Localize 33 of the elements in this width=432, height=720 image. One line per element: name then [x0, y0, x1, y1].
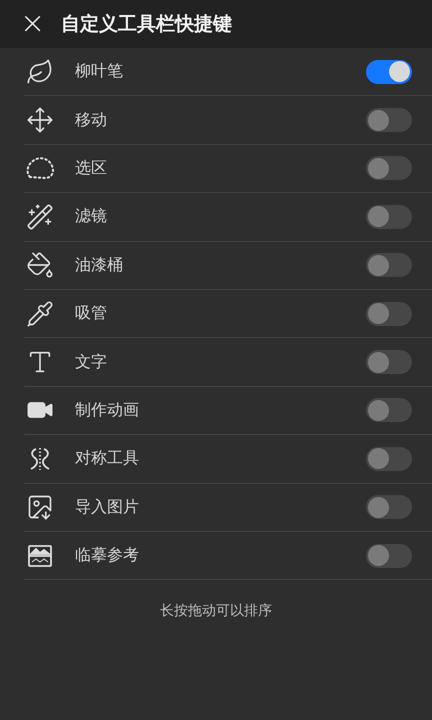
tool-label: 移动 — [75, 110, 108, 131]
image-import-icon — [26, 493, 54, 522]
tool-label: 制作动画 — [75, 400, 140, 421]
tool-label: 选区 — [75, 158, 108, 179]
toggle-switch[interactable] — [366, 253, 412, 278]
tool-label: 吸管 — [75, 303, 108, 324]
reference-image-icon — [27, 542, 53, 569]
toggle-switch[interactable] — [366, 350, 412, 374]
toggle-switch[interactable] — [366, 302, 412, 326]
move-arrows-icon — [26, 106, 54, 134]
toggle-switch[interactable] — [366, 544, 412, 568]
eyedropper-icon — [26, 300, 54, 328]
tool-label: 临摹参考 — [75, 545, 140, 566]
leaf-icon — [26, 58, 54, 86]
tool-label: 导入图片 — [75, 496, 140, 518]
page-title: 自定义工具栏快捷键 — [61, 12, 232, 37]
toggle-switch[interactable] — [366, 156, 412, 180]
toggle-switch[interactable] — [366, 108, 412, 132]
dotted-outline-icon — [25, 155, 55, 182]
toggle-switch[interactable] — [366, 446, 412, 471]
tool-label: 柳叶笔 — [75, 61, 124, 82]
tool-label: 文字 — [75, 352, 108, 373]
toggle-switch[interactable] — [366, 60, 412, 84]
magic-wand-icon — [26, 202, 54, 231]
paint-bucket-icon — [26, 251, 54, 280]
hint-text: 长按拖动可以排序 — [160, 602, 272, 620]
close-button[interactable]: × — [20, 9, 46, 39]
tool-label: 对称工具 — [75, 448, 140, 470]
toggle-switch[interactable] — [366, 204, 412, 229]
tool-label: 油漆桶 — [75, 254, 124, 276]
toggle-switch[interactable] — [366, 398, 412, 422]
tool-label: 滤镜 — [75, 206, 108, 228]
toggle-switch[interactable] — [366, 495, 412, 520]
